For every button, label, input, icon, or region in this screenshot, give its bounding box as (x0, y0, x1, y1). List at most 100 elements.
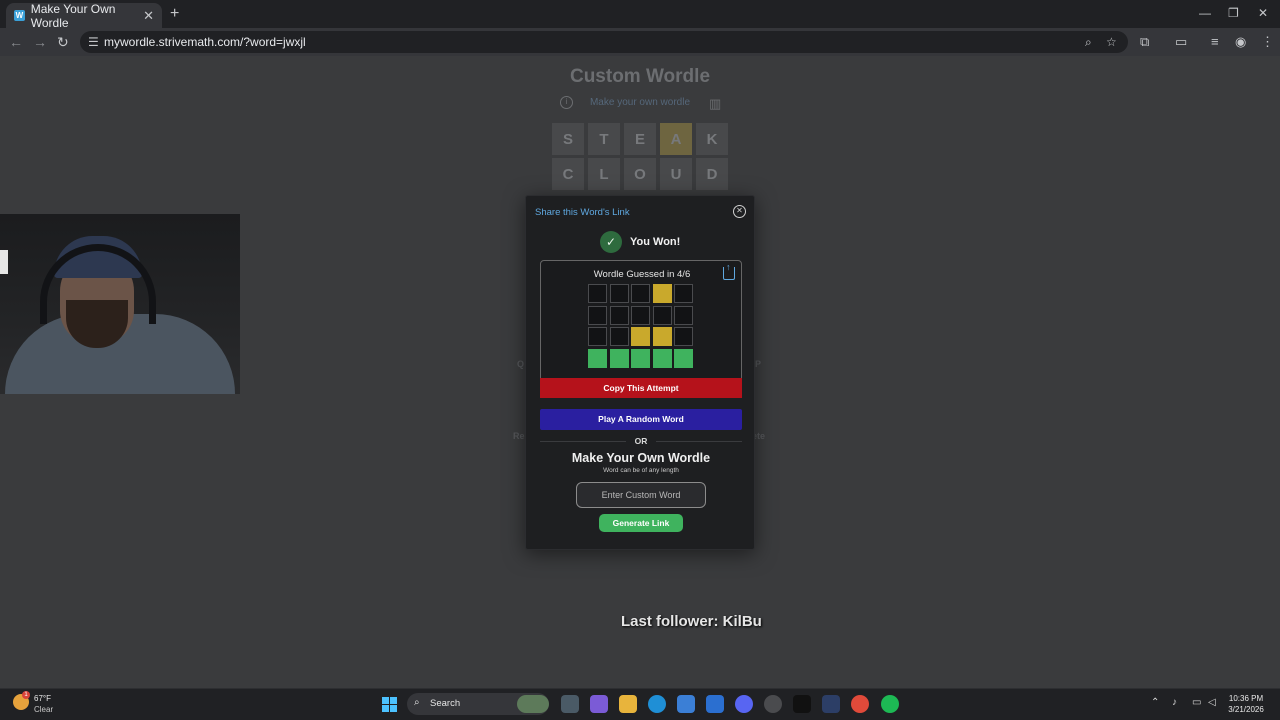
board-tile: C (552, 158, 584, 190)
result-cell-empty (609, 305, 629, 325)
tab-make-your-own-wordle[interactable]: W Make Your Own Wordle ✕ (6, 1, 162, 30)
check-icon: ✓ (600, 231, 622, 253)
spotify-icon[interactable] (881, 695, 899, 713)
result-cell-empty (674, 305, 693, 325)
result-cell-empty (588, 284, 607, 303)
result-cell-green (588, 348, 607, 368)
side-panel-icon[interactable]: ▭ (1175, 34, 1187, 50)
tray-chevron-icon[interactable]: ⌃ (1151, 697, 1159, 708)
keyboard-key-enter: Re (513, 431, 525, 441)
result-cell-green (609, 348, 629, 368)
result-cell-empty (631, 305, 650, 325)
result-cell-yellow (652, 327, 672, 346)
chrome-icon[interactable] (851, 695, 869, 713)
result-cell-empty (652, 305, 672, 325)
windows-taskbar (0, 688, 1280, 720)
last-follower-text: Last follower: KilBu (621, 613, 762, 630)
result-cell-yellow (652, 284, 672, 303)
board-tile: L (588, 158, 620, 190)
result-cell-green (631, 348, 650, 368)
close-modal-icon[interactable]: ✕ (733, 205, 746, 218)
board-tile: D (696, 158, 728, 190)
forward-arrow-icon[interactable]: → (33, 34, 47, 50)
result-cell-empty (588, 305, 607, 325)
reload-icon[interactable]: ↻ (57, 34, 69, 51)
share-modal: Share this Word's Link ✕ ✓ You Won! Word… (525, 195, 755, 550)
webcam-light (0, 250, 8, 274)
tiktok-icon[interactable] (793, 695, 811, 713)
profile-icon[interactable]: ◉ (1235, 34, 1246, 50)
mail-icon[interactable] (706, 695, 724, 713)
copilot-icon[interactable] (590, 695, 608, 713)
back-arrow-icon[interactable]: ← (9, 34, 23, 50)
network-icon[interactable]: ▭ (1192, 697, 1201, 708)
result-cell-green (652, 348, 672, 368)
search-highlight-icon[interactable] (517, 695, 549, 713)
modal-title: Share this Word's Link (535, 207, 630, 218)
zoom-icon[interactable]: ⌕ (1085, 35, 1092, 50)
make-your-own-title: Make Your Own Wordle (571, 451, 711, 465)
result-title: Wordle Guessed in 4/6 (593, 269, 691, 280)
clock-date: 3/21/2026 (1228, 705, 1264, 714)
board-tile-present: A (660, 123, 692, 155)
obs-icon[interactable] (764, 695, 782, 713)
edge-icon[interactable] (648, 695, 666, 713)
media-controls-icon[interactable]: ≡ (1211, 34, 1219, 49)
extensions-icon[interactable]: ⧉ (1140, 34, 1149, 50)
play-random-word-button[interactable]: Play A Random Word (540, 409, 742, 430)
volume-icon[interactable]: ◁ (1208, 697, 1216, 708)
task-view-icon[interactable] (561, 695, 579, 713)
browser-titlebar (0, 0, 1280, 28)
bookmark-star-icon[interactable]: ☆ (1106, 35, 1117, 49)
url-text: mywordle.strivemath.com/?word=jwxjl (104, 35, 306, 49)
result-cell-empty (588, 327, 607, 346)
result-cell-empty (674, 284, 693, 303)
board-tile: U (660, 158, 692, 190)
store-icon[interactable] (677, 695, 695, 713)
make-your-own-subtitle: Word can be of any length (603, 467, 679, 474)
board-tile: O (624, 158, 656, 190)
result-card: Wordle Guessed in 4/6 ↑ (540, 260, 742, 388)
microphone-icon[interactable]: ♪ (1172, 697, 1177, 708)
weather-temperature[interactable]: 67°F (34, 694, 51, 703)
custom-word-input[interactable] (576, 482, 706, 508)
game-subtitle[interactable]: Make your own wordle (0, 97, 1280, 108)
new-tab-button[interactable]: + (170, 5, 179, 23)
share-icon[interactable] (723, 267, 735, 280)
result-cell-empty (631, 284, 650, 303)
result-cell-empty (674, 327, 693, 346)
stats-chart-icon[interactable]: ▥ (709, 96, 721, 112)
result-cell-yellow (631, 327, 650, 346)
clock-time: 10:36 PM (1228, 694, 1264, 703)
close-window-button[interactable]: ✕ (1258, 6, 1268, 20)
game-title: Custom Wordle (569, 66, 711, 87)
keyboard-key-q: Q (517, 359, 525, 369)
discord-icon[interactable] (735, 695, 753, 713)
generate-link-button[interactable]: Generate Link (599, 514, 683, 532)
file-explorer-icon[interactable] (619, 695, 637, 713)
board-tile: T (588, 123, 620, 155)
weather-badge: 1 (22, 691, 30, 699)
weather-condition[interactable]: Clear (34, 705, 53, 714)
browser-menu-icon[interactable]: ⋮ (1261, 34, 1274, 50)
won-message: You Won! (630, 236, 681, 248)
board-tile: E (624, 123, 656, 155)
tab-title: Make Your Own Wordle (30, 1, 116, 30)
board-tile: K (696, 123, 728, 155)
or-separator: OR (626, 436, 656, 446)
tab-close-icon[interactable]: ✕ (143, 8, 154, 24)
streamlabs-icon[interactable] (822, 695, 840, 713)
site-info-icon[interactable]: ☰ (88, 35, 99, 49)
restore-button[interactable]: ❐ (1228, 6, 1239, 20)
taskbar-clock[interactable]: 10:36 PM 3/21/2026 (1222, 693, 1270, 715)
address-bar[interactable]: mywordle.strivemath.com/?word=jwxjl (80, 31, 1128, 53)
copy-attempt-button[interactable]: Copy This Attempt (540, 378, 742, 398)
result-cell-empty (609, 327, 629, 346)
windows-start-icon[interactable] (382, 697, 397, 712)
minimize-button[interactable]: — (1199, 6, 1211, 20)
board-tile: S (552, 123, 584, 155)
webcam-overlay (0, 214, 240, 394)
search-icon: ⌕ (414, 697, 420, 708)
result-cell-green (674, 348, 693, 368)
wordle-favicon-icon: W (14, 10, 25, 21)
